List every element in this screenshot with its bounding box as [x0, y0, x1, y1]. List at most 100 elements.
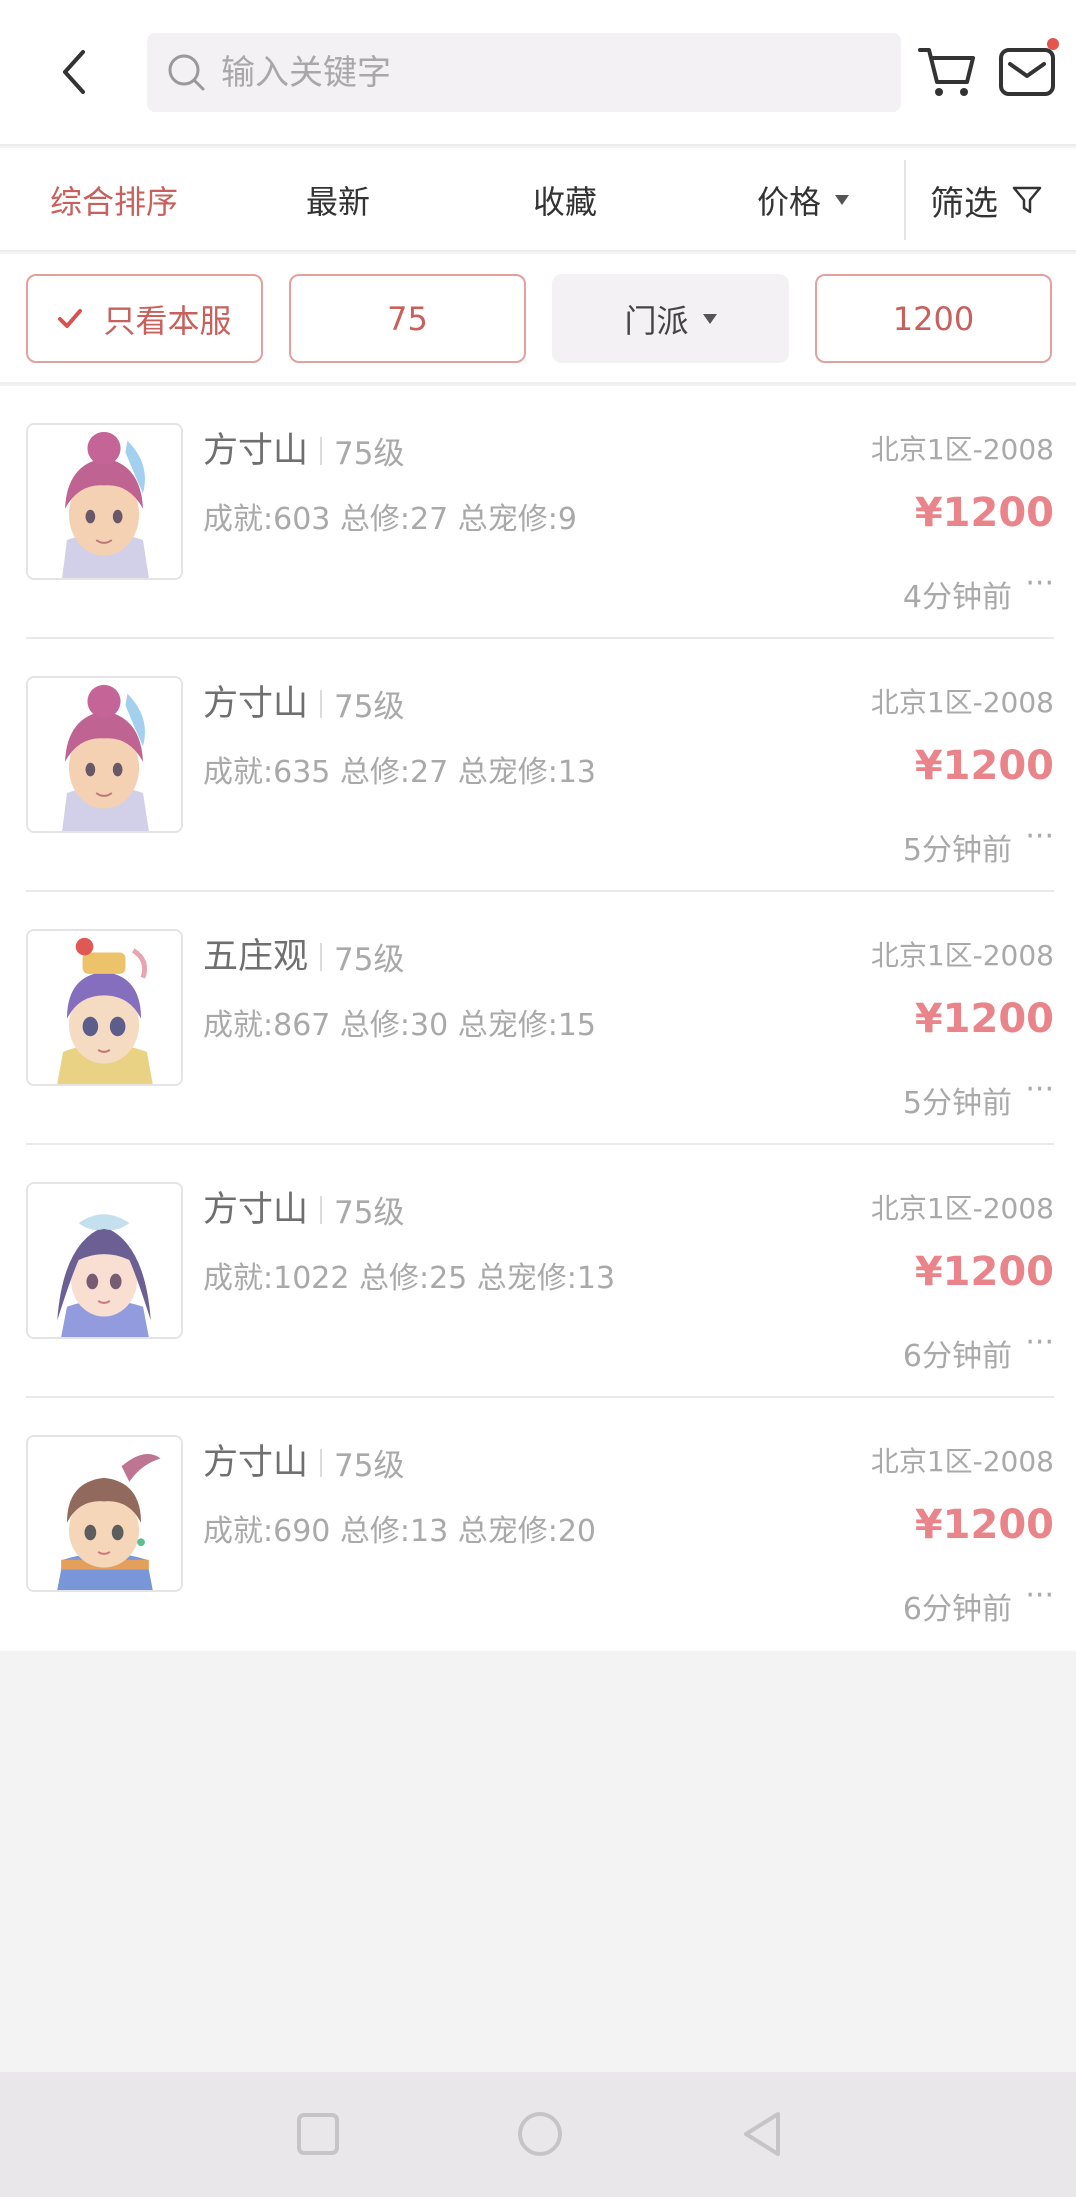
more-button[interactable]: ···	[1025, 566, 1054, 601]
item-time: 5分钟前	[902, 833, 1012, 868]
divider	[320, 942, 322, 971]
avatar	[26, 423, 183, 580]
more-button[interactable]: ···	[1025, 1578, 1054, 1613]
list-item[interactable]: 方寸山 75级 成就:603 总修:27 总宠修:9 北京1区-2008 ¥12…	[0, 386, 1076, 639]
item-sect: 方寸山	[203, 684, 309, 724]
avatar-fangcun-maiden-icon	[28, 1184, 181, 1337]
more-button[interactable]: ···	[1025, 819, 1054, 854]
item-server: 北京1区-2008	[870, 433, 1054, 466]
avatar	[26, 929, 183, 1086]
level-group: 75级	[320, 1440, 404, 1485]
item-time: 4分钟前	[902, 580, 1012, 615]
listing-list: 方寸山 75级 成就:603 总修:27 总宠修:9 北京1区-2008 ¥12…	[0, 386, 1076, 1651]
chip-sect[interactable]: 门派	[552, 274, 789, 363]
chip-label: 只看本服	[103, 301, 232, 340]
avatar-fangcun-girl-icon	[28, 678, 181, 831]
item-sect: 方寸山	[203, 1190, 309, 1230]
chip-label: 75	[387, 299, 428, 338]
search-icon	[168, 54, 205, 90]
item-stats: 成就:690 总修:13 总宠修:20	[203, 1514, 597, 1549]
sort-tab-newest[interactable]: 最新	[268, 148, 408, 252]
avatar-wuzhuang-boy-icon	[28, 931, 181, 1084]
back-button[interactable]	[44, 36, 104, 108]
divider	[320, 1195, 322, 1224]
item-sect: 五庄观	[203, 937, 309, 977]
item-stats: 成就:635 总修:27 总宠修:13	[203, 755, 597, 790]
top-bar	[0, 0, 1076, 146]
item-level: 75级	[334, 1448, 405, 1484]
item-price: ¥1200	[914, 1249, 1054, 1295]
item-server: 北京1区-2008	[870, 1192, 1054, 1225]
mail-icon	[999, 48, 1055, 96]
filter-label: 筛选	[930, 183, 998, 224]
item-time: 5分钟前	[902, 1086, 1012, 1121]
message-button[interactable]	[998, 44, 1056, 100]
item-level: 75级	[334, 1195, 405, 1231]
back-nav-button[interactable]	[730, 2102, 794, 2166]
sort-tab-label: 价格	[756, 183, 821, 221]
dropdown-arrow-icon	[702, 313, 717, 324]
item-price: ¥1200	[914, 996, 1054, 1042]
item-time: 6分钟前	[902, 1339, 1012, 1374]
filter-button[interactable]: 筛选	[930, 148, 1042, 252]
item-level: 75级	[334, 689, 405, 725]
list-item[interactable]: 方寸山 75级 成就:690 总修:13 总宠修:20 北京1区-2008 ¥1…	[0, 1398, 1076, 1651]
sort-bar: 综合排序 最新 收藏 价格 筛选	[0, 148, 1076, 252]
item-stats: 成就:867 总修:30 总宠修:15	[203, 1008, 597, 1043]
item-sect: 方寸山	[203, 431, 309, 471]
avatar	[26, 676, 183, 833]
chip-same-server[interactable]: 只看本服	[26, 274, 263, 363]
list-item[interactable]: 方寸山 75级 成就:635 总修:27 总宠修:13 北京1区-2008 ¥1…	[0, 639, 1076, 892]
avatar	[26, 1182, 183, 1339]
home-button[interactable]	[508, 2102, 572, 2166]
dropdown-arrow-icon	[835, 195, 849, 205]
notification-dot	[1047, 38, 1059, 50]
item-level: 75级	[334, 942, 405, 978]
divider	[904, 160, 906, 240]
sort-tab-favorites[interactable]: 收藏	[495, 148, 635, 252]
chip-label: 1200	[892, 299, 975, 338]
recent-apps-button[interactable]	[286, 2102, 350, 2166]
item-price: ¥1200	[914, 1502, 1054, 1548]
list-item[interactable]: 五庄观 75级 成就:867 总修:30 总宠修:15 北京1区-2008 ¥1…	[0, 892, 1076, 1145]
square-icon	[297, 2113, 339, 2155]
level-group: 75级	[320, 428, 404, 473]
sort-tab-price[interactable]: 价格	[728, 148, 878, 252]
divider	[320, 689, 322, 718]
item-time: 6分钟前	[902, 1592, 1012, 1627]
chip-level[interactable]: 75	[289, 274, 526, 363]
level-group: 75级	[320, 1187, 404, 1232]
more-button[interactable]: ···	[1025, 1325, 1054, 1360]
filter-icon	[1012, 186, 1042, 214]
chip-price[interactable]: 1200	[815, 274, 1052, 363]
chevron-left-icon	[63, 50, 85, 94]
check-icon	[58, 308, 83, 328]
divider	[320, 1448, 322, 1477]
sort-tab-comprehensive[interactable]: 综合排序	[26, 148, 202, 252]
chip-label: 门派	[624, 301, 689, 340]
item-sect: 方寸山	[203, 1443, 309, 1483]
cart-icon	[918, 48, 975, 96]
search-input[interactable]	[221, 52, 861, 93]
level-group: 75级	[320, 681, 404, 726]
list-item[interactable]: 方寸山 75级 成就:1022 总修:25 总宠修:13 北京1区-2008 ¥…	[0, 1145, 1076, 1398]
sort-tab-label: 综合排序	[49, 183, 178, 221]
item-stats: 成就:603 总修:27 总宠修:9	[203, 502, 577, 537]
avatar-fangcun-youth-icon	[28, 1437, 181, 1590]
cart-button[interactable]	[917, 44, 977, 100]
item-price: ¥1200	[914, 490, 1054, 536]
avatar-fangcun-girl-icon	[28, 425, 181, 578]
item-price: ¥1200	[914, 743, 1054, 789]
avatar	[26, 1435, 183, 1592]
item-level: 75级	[334, 436, 405, 472]
system-nav-bar	[0, 2072, 1076, 2197]
more-button[interactable]: ···	[1025, 1072, 1054, 1107]
item-server: 北京1区-2008	[870, 939, 1054, 972]
item-server: 北京1区-2008	[870, 1445, 1054, 1478]
search-box[interactable]	[147, 33, 901, 112]
circle-icon	[518, 2112, 562, 2156]
triangle-back-icon	[744, 2112, 780, 2156]
item-server: 北京1区-2008	[870, 686, 1054, 719]
filter-chip-bar: 只看本服 75 门派 1200	[0, 254, 1076, 384]
sort-tab-label: 收藏	[532, 183, 597, 221]
